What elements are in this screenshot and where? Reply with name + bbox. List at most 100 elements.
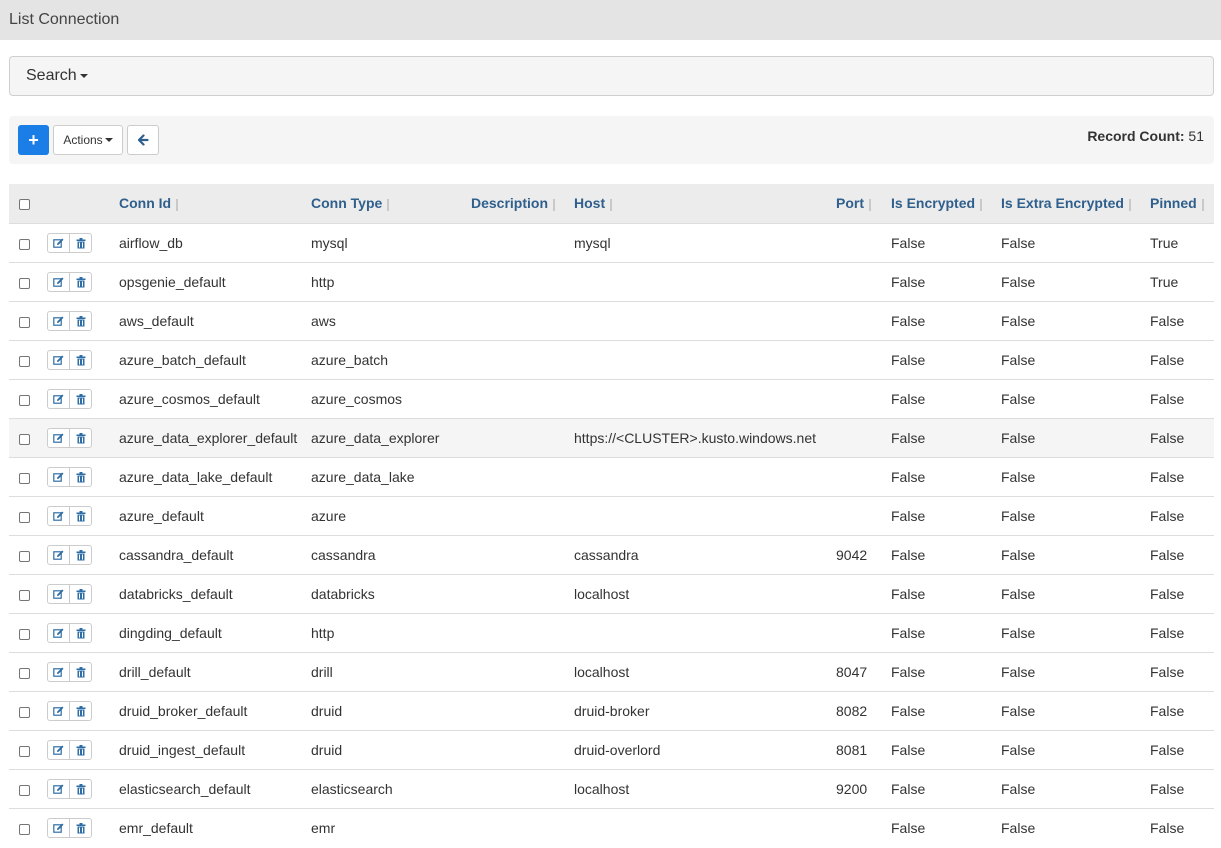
row-checkbox[interactable] — [19, 745, 30, 757]
row-checkbox[interactable] — [19, 277, 30, 289]
column-header-is-encrypted[interactable]: Is Encrypted — [891, 184, 1001, 224]
delete-record-button[interactable] — [69, 390, 91, 408]
row-actions — [47, 818, 92, 839]
edit-record-button[interactable] — [48, 780, 69, 798]
row-checkbox[interactable] — [19, 824, 30, 836]
delete-record-button[interactable] — [69, 507, 91, 525]
cell-is-extra-encrypted: False — [1001, 274, 1036, 290]
edit-record-button[interactable] — [48, 273, 69, 291]
edit-record-button[interactable] — [48, 312, 69, 330]
select-all-checkbox[interactable] — [19, 199, 30, 211]
cell-host — [574, 380, 836, 419]
edit-record-button[interactable] — [48, 741, 69, 759]
table-row: azure_default azure False False False — [9, 496, 1214, 536]
edit-record-button[interactable] — [48, 507, 69, 525]
delete-record-button[interactable] — [69, 702, 91, 720]
trash-icon — [76, 315, 85, 326]
cell-host: localhost — [574, 586, 630, 602]
delete-record-button[interactable] — [69, 741, 91, 759]
cell-conn-type: emr — [311, 820, 336, 837]
delete-record-button[interactable] — [69, 468, 91, 486]
row-checkbox[interactable] — [19, 784, 30, 796]
cell-conn-id: druid_ingest_default — [119, 742, 246, 758]
delete-record-button[interactable] — [69, 273, 91, 291]
column-header-host[interactable]: Host — [574, 184, 836, 224]
row-checkbox[interactable] — [19, 355, 30, 367]
cell-conn-id: azure_data_explorer_default — [119, 430, 298, 446]
column-header-conn-type[interactable]: Conn Type — [311, 184, 471, 224]
delete-record-button[interactable] — [69, 546, 91, 564]
trash-icon — [76, 237, 85, 248]
edit-record-button[interactable] — [48, 585, 69, 603]
cell-host: druid-broker — [574, 703, 650, 719]
delete-record-button[interactable] — [69, 429, 91, 447]
cell-pinned: False — [1150, 391, 1185, 407]
row-checkbox[interactable] — [19, 394, 30, 406]
cell-host: mysql — [574, 235, 611, 251]
edit-record-button[interactable] — [48, 702, 69, 720]
trash-icon — [76, 705, 85, 716]
row-checkbox[interactable] — [19, 589, 30, 601]
column-header-conn-id[interactable]: Conn Id — [119, 184, 311, 224]
column-header-is-extra-encrypted[interactable]: Is Extra Encrypted — [1001, 184, 1150, 224]
delete-record-button[interactable] — [69, 780, 91, 798]
edit-record-button[interactable] — [48, 429, 69, 447]
edit-icon — [53, 433, 64, 443]
delete-record-button[interactable] — [69, 624, 91, 642]
cell-host: druid-overlord — [574, 742, 661, 758]
edit-record-button[interactable] — [48, 624, 69, 642]
cell-port — [836, 302, 891, 341]
search-toggle[interactable]: Search — [9, 56, 1214, 96]
cell-is-encrypted: False — [891, 313, 926, 329]
edit-record-button[interactable] — [48, 390, 69, 408]
delete-record-button[interactable] — [69, 312, 91, 330]
edit-record-button[interactable] — [48, 546, 69, 564]
row-checkbox[interactable] — [19, 550, 30, 562]
cell-conn-id: airflow_db — [119, 235, 183, 251]
row-checkbox[interactable] — [19, 628, 30, 640]
row-checkbox[interactable] — [19, 316, 30, 328]
cell-host: localhost — [574, 781, 630, 797]
cell-pinned: False — [1150, 469, 1185, 485]
cell-is-extra-encrypted: False — [1001, 235, 1036, 251]
cell-description — [471, 380, 574, 419]
edit-record-button[interactable] — [48, 351, 69, 369]
trash-icon — [76, 510, 85, 521]
row-checkbox[interactable] — [19, 472, 30, 484]
cell-conn-type: druid — [311, 703, 343, 719]
actions-dropdown-button[interactable]: Actions — [53, 125, 123, 155]
edit-record-button[interactable] — [48, 819, 69, 837]
cell-description — [471, 224, 574, 263]
edit-record-button[interactable] — [48, 468, 69, 486]
cell-description — [471, 341, 574, 380]
row-checkbox[interactable] — [19, 667, 30, 679]
cell-port — [836, 458, 891, 497]
row-checkbox[interactable] — [19, 706, 30, 718]
delete-record-button[interactable] — [69, 585, 91, 603]
row-actions — [47, 701, 92, 721]
cell-description — [471, 497, 574, 536]
caret-down-icon — [79, 74, 88, 78]
edit-record-button[interactable] — [48, 663, 69, 681]
table-row: dingding_default http False False False — [9, 613, 1214, 653]
edit-record-button[interactable] — [48, 234, 69, 252]
row-actions — [47, 467, 92, 487]
add-record-button[interactable]: + — [18, 125, 49, 155]
row-checkbox[interactable] — [19, 511, 30, 523]
column-header-port[interactable]: Port — [836, 184, 891, 224]
cell-description — [471, 653, 574, 692]
column-header-pinned[interactable]: Pinned — [1150, 184, 1214, 224]
delete-record-button[interactable] — [69, 351, 91, 369]
cell-port: 8081 — [836, 742, 868, 758]
back-button[interactable] — [127, 125, 159, 155]
delete-record-button[interactable] — [69, 234, 91, 252]
cell-is-encrypted: False — [891, 625, 926, 641]
column-header-description[interactable]: Description — [471, 184, 574, 224]
delete-record-button[interactable] — [69, 819, 91, 838]
row-checkbox[interactable] — [19, 433, 30, 445]
cell-host — [574, 809, 836, 848]
row-checkbox[interactable] — [19, 238, 30, 250]
cell-port — [836, 809, 891, 848]
delete-record-button[interactable] — [69, 663, 91, 681]
edit-icon — [53, 277, 64, 287]
